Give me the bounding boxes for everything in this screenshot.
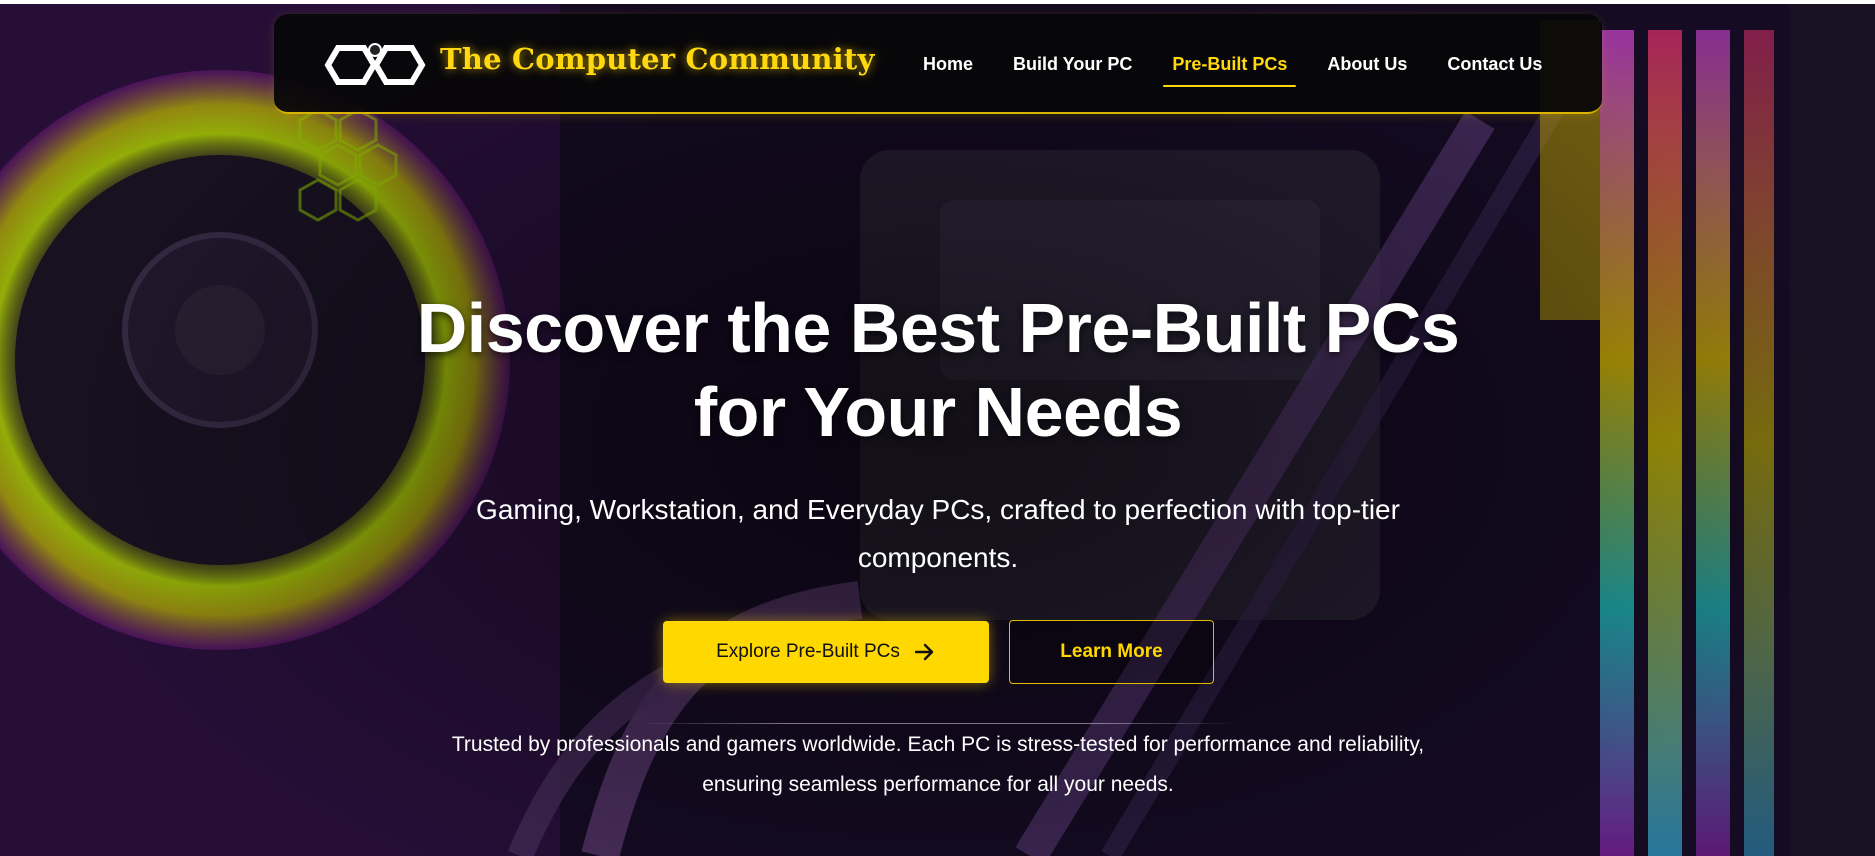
brand-name[interactable]: The Computer Community	[440, 42, 875, 76]
explore-pre-built-pcs-button[interactable]: Explore Pre-Built PCs	[663, 621, 989, 683]
nav-contact-us[interactable]: Contact Us	[1438, 42, 1551, 87]
explore-button-label: Explore Pre-Built PCs	[716, 641, 900, 662]
arrow-right-icon	[914, 643, 934, 661]
hero-headline: Discover the Best Pre-Built PCs for Your…	[300, 286, 1576, 454]
nav-home[interactable]: Home	[914, 42, 982, 87]
navbar: The Computer Community Home Build Your P…	[274, 14, 1602, 114]
nav-pre-built-pcs[interactable]: Pre-Built PCs	[1163, 42, 1297, 87]
hero-section: The Computer Community Home Build Your P…	[0, 0, 1875, 856]
learn-more-button[interactable]: Learn More	[1009, 620, 1214, 684]
top-border	[0, 0, 1875, 4]
hexagon-link-logo-icon[interactable]	[324, 42, 426, 88]
hero-headline-line2: for Your Needs	[693, 373, 1183, 451]
trust-statement: Trusted by professionals and gamers worl…	[451, 733, 1425, 796]
main-nav: Home Build Your PC Pre-Built PCs About U…	[914, 14, 1573, 114]
learn-more-label: Learn More	[1060, 641, 1163, 662]
hero-headline-line1: Discover the Best Pre-Built PCs	[416, 289, 1460, 367]
nav-build-your-pc[interactable]: Build Your PC	[1004, 42, 1141, 87]
divider-line	[638, 723, 1238, 724]
hero-subtitle: Gaming, Workstation, and Everyday PCs, c…	[476, 494, 1400, 573]
nav-about-us[interactable]: About Us	[1318, 42, 1416, 87]
